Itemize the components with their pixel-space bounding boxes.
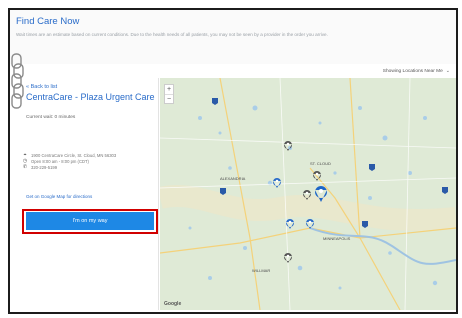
facility-panel: « Back to list CentraCare - Plaza Urgent… <box>16 78 159 310</box>
zoom-out-button[interactable]: − <box>165 95 173 104</box>
wait-time-notice: Wait times are an estimate based on curr… <box>16 32 328 37</box>
phone-icon: ✆ <box>22 164 28 170</box>
header: Find Care Now Wait times are an estimate… <box>10 10 456 64</box>
location-filter[interactable]: Showing Locations Near Me ⌄ <box>383 68 450 74</box>
location-filter-label: Showing Locations Near Me <box>382 68 443 74</box>
chain-link-icon <box>11 53 24 109</box>
chevron-down-icon: ⌄ <box>445 68 450 74</box>
map-place-label: WILLMAR <box>252 268 271 273</box>
map-place-label: ST. CLOUD <box>310 161 331 166</box>
directions-link[interactable]: Get on Google Map for directions <box>26 194 92 199</box>
phone-row: ✆ 320-229-5199 <box>22 164 57 170</box>
hours-text: Open 8:00 am - 8:00 pm (CDT) <box>31 158 89 164</box>
facility-name: CentraCare - Plaza Urgent Care <box>26 92 155 102</box>
on-my-way-button[interactable]: I'm on my way <box>26 212 154 230</box>
map-view[interactable]: ALEXANDRIA ST. CLOUD MINNEAPOLIS WILLMAR… <box>160 78 456 310</box>
map-canvas <box>160 78 456 310</box>
map-place-label: MINNEAPOLIS <box>323 236 351 241</box>
zoom-control: + − <box>164 84 174 104</box>
page-title: Find Care Now <box>16 16 80 27</box>
current-wait: Current wait: 0 minutes <box>26 115 76 120</box>
map-place-label: ALEXANDRIA <box>220 176 246 181</box>
phone-text[interactable]: 320-229-5199 <box>31 165 57 170</box>
back-to-list-link[interactable]: « Back to list <box>26 84 57 90</box>
address-text: 1900 CentraCare Circle, St. Cloud, MN 56… <box>31 152 117 158</box>
map-attribution: Google <box>164 301 182 307</box>
app-window: Find Care Now Wait times are an estimate… <box>8 8 458 314</box>
zoom-in-button[interactable]: + <box>165 85 173 95</box>
